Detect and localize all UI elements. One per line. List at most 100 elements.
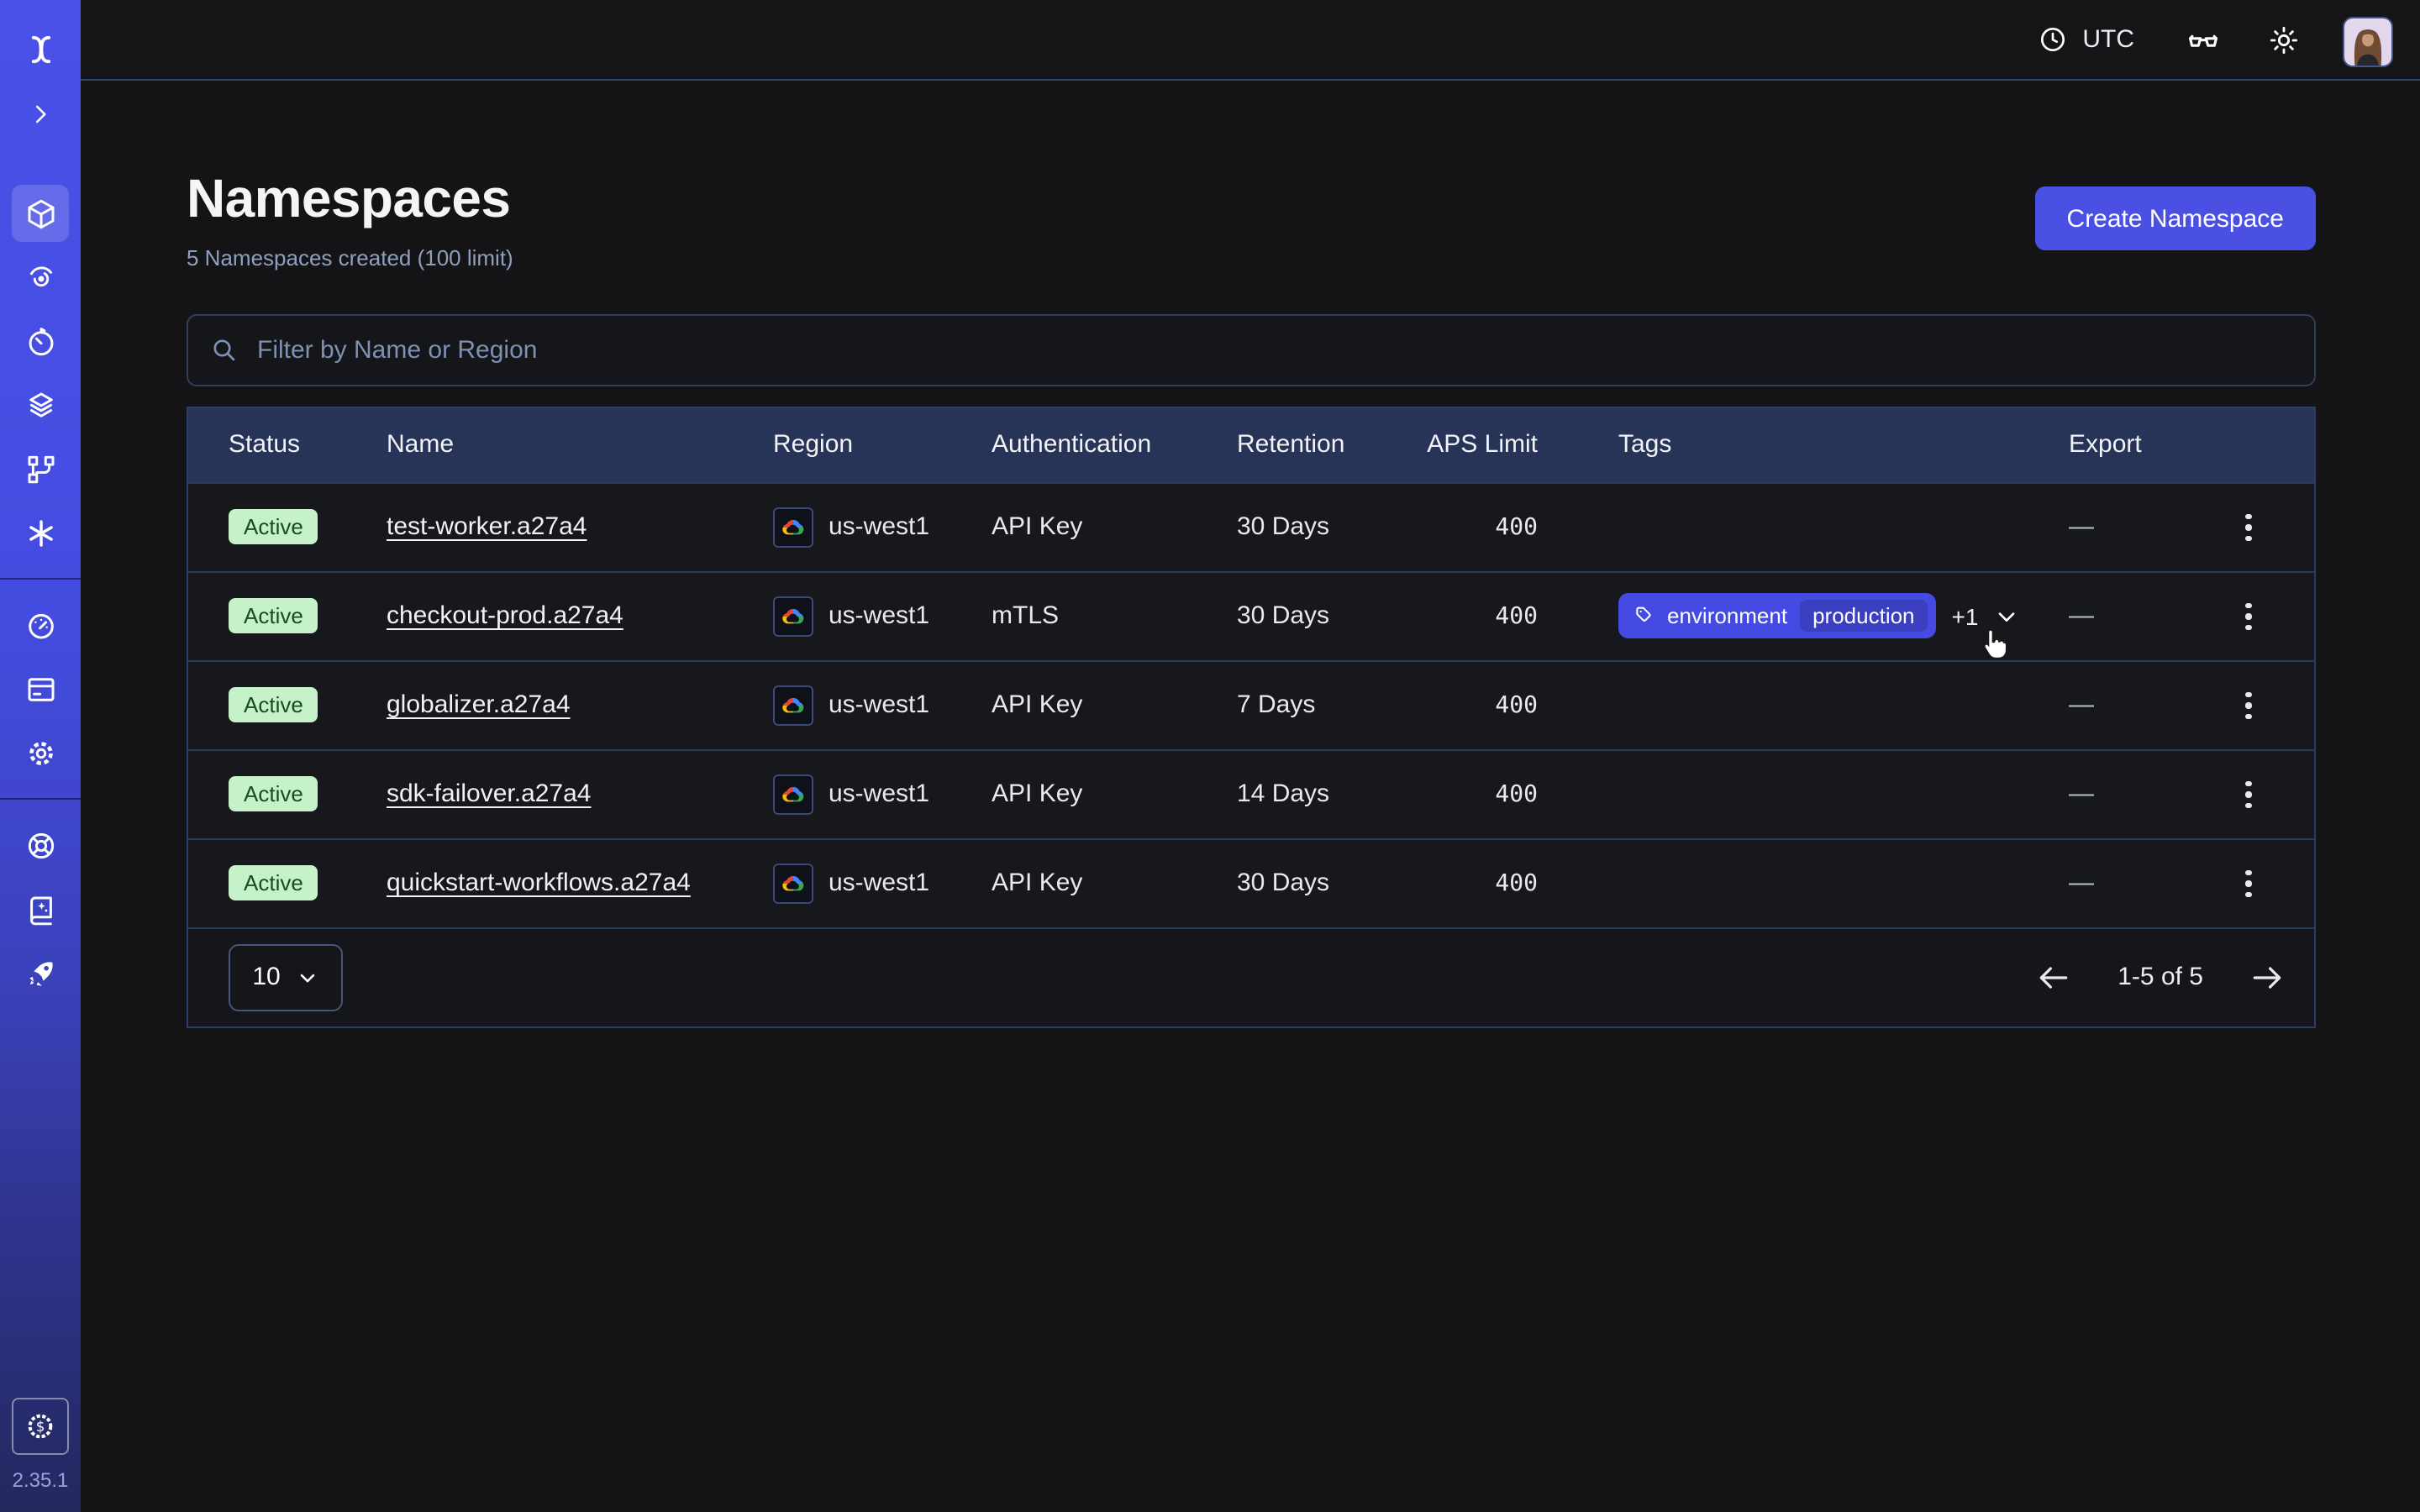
- labs-toggle-button[interactable]: [2181, 18, 2225, 61]
- tag-chip[interactable]: environment production: [1618, 594, 1937, 639]
- region-label: us-west1: [829, 513, 929, 542]
- sidebar-item-support[interactable]: [12, 816, 69, 874]
- sidebar-item-task-queues[interactable]: [12, 376, 69, 433]
- chevron-down-icon: [296, 966, 319, 990]
- book-sparkles-icon: [23, 891, 58, 927]
- topbar: UTC: [81, 0, 2420, 81]
- status-badge: Active: [229, 599, 318, 634]
- row-menu-button[interactable]: [2239, 507, 2259, 548]
- col-header-name: Name: [387, 431, 773, 459]
- timer-icon: [23, 323, 58, 359]
- sidebar-item-usage[interactable]: [12, 596, 69, 654]
- row-menu-button[interactable]: [2239, 685, 2259, 726]
- theme-toggle-button[interactable]: [2262, 18, 2306, 61]
- tags-cell: environment production +1: [1538, 594, 2069, 639]
- namespaces-table: Status Name Region Authentication Retent…: [187, 407, 2316, 1028]
- export-value: —: [2069, 513, 2210, 542]
- sidebar-item-settings[interactable]: [12, 724, 69, 781]
- cube-icon: [23, 196, 58, 231]
- page-size-value: 10: [252, 963, 280, 992]
- table-row: Active globalizer.a27a4 us-west1 API Key…: [188, 660, 2314, 749]
- browser-card-icon: [23, 671, 58, 706]
- temporal-logo-icon[interactable]: [12, 20, 69, 77]
- status-badge: Active: [229, 688, 318, 723]
- row-menu-button[interactable]: [2239, 863, 2259, 904]
- search-icon: [208, 335, 239, 365]
- avatar-image: [2343, 16, 2393, 66]
- namespace-link[interactable]: checkout-prod.a27a4: [387, 602, 623, 631]
- retention-value: 30 Days: [1237, 602, 1425, 631]
- sidebar-item-docs[interactable]: [12, 880, 69, 937]
- region-label: us-west1: [829, 780, 929, 809]
- auth-value: API Key: [992, 869, 1237, 898]
- sidebar-item-nexus[interactable]: [12, 504, 69, 561]
- tag-value: production: [1799, 601, 1928, 633]
- next-page-button[interactable]: [2247, 958, 2287, 998]
- content: Namespaces 5 Namespaces created (100 lim…: [81, 168, 2420, 1028]
- page-range-label: 1-5 of 5: [2118, 963, 2203, 992]
- namespace-link[interactable]: test-worker.a27a4: [387, 513, 587, 542]
- page-subtitle: 5 Namespaces created (100 limit): [187, 245, 513, 270]
- sidebar-item-billing[interactable]: [12, 660, 69, 717]
- tags-expand-chevron-icon[interactable]: [1993, 603, 2020, 630]
- col-header-tags: Tags: [1538, 431, 2069, 459]
- export-value: —: [2069, 602, 2210, 631]
- sidebar-expand-button[interactable]: [12, 86, 69, 143]
- region-label: us-west1: [829, 602, 929, 631]
- svg-text:$: $: [36, 1419, 45, 1435]
- gauge-icon: [23, 607, 58, 643]
- gcp-cloud-icon: [773, 864, 813, 904]
- aps-value: 400: [1495, 781, 1538, 808]
- sidebar-item-namespaces[interactable]: [12, 185, 69, 242]
- retention-value: 30 Days: [1237, 513, 1425, 542]
- aps-value: 400: [1495, 603, 1538, 630]
- gcp-cloud-icon: [773, 774, 813, 815]
- asterisk-icon: [23, 515, 58, 550]
- col-header-status: Status: [229, 431, 387, 459]
- previous-page-button[interactable]: [2033, 958, 2074, 998]
- timezone-selector[interactable]: UTC: [2037, 24, 2134, 55]
- namespace-link[interactable]: globalizer.a27a4: [387, 691, 571, 720]
- table-row: Active test-worker.a27a4 us-west1 API Ke…: [188, 482, 2314, 571]
- tag-icon: [1634, 606, 1655, 627]
- app-window: $ 2.35.1 UTC: [0, 0, 2420, 1512]
- col-header-retention: Retention: [1237, 431, 1425, 459]
- sidebar-item-schedules[interactable]: [12, 312, 69, 370]
- namespace-link[interactable]: sdk-failover.a27a4: [387, 780, 592, 809]
- branch-icon: [23, 451, 58, 486]
- auth-value: mTLS: [992, 602, 1237, 631]
- create-namespace-button[interactable]: Create Namespace: [2035, 187, 2316, 251]
- status-badge: Active: [229, 510, 318, 545]
- timezone-label: UTC: [2082, 25, 2134, 54]
- clock-icon: [2037, 24, 2069, 55]
- sun-icon: [2267, 23, 2301, 56]
- table-header-row: Status Name Region Authentication Retent…: [188, 408, 2314, 482]
- page-size-select[interactable]: 10: [229, 944, 343, 1011]
- page-title: Namespaces: [187, 168, 513, 230]
- auth-value: API Key: [992, 691, 1237, 720]
- row-menu-button[interactable]: [2239, 596, 2259, 637]
- row-menu-button[interactable]: [2239, 774, 2259, 815]
- layers-icon: [23, 387, 58, 423]
- namespace-link[interactable]: quickstart-workflows.a27a4: [387, 869, 691, 898]
- filter-input[interactable]: [254, 334, 2294, 366]
- sidebar-divider: [0, 578, 81, 580]
- gcp-cloud-icon: [773, 685, 813, 726]
- auth-value: API Key: [992, 513, 1237, 542]
- aps-value: 400: [1495, 514, 1538, 541]
- region-label: us-west1: [829, 869, 929, 898]
- retention-value: 7 Days: [1237, 691, 1425, 720]
- sidebar-item-getting-started[interactable]: [12, 944, 69, 1001]
- sidebar-item-workflows[interactable]: [12, 249, 69, 306]
- user-avatar[interactable]: [2343, 16, 2390, 63]
- col-header-region: Region: [773, 431, 992, 459]
- arrow-left-icon: [2035, 959, 2072, 996]
- main-area: UTC: [81, 0, 2420, 1512]
- credits-button[interactable]: $: [12, 1398, 69, 1455]
- app-version: 2.35.1: [13, 1468, 69, 1492]
- dollar-badge-icon: $: [24, 1410, 57, 1443]
- export-value: —: [2069, 869, 2210, 898]
- sidebar-item-deployments[interactable]: [12, 440, 69, 497]
- filter-bar: [187, 314, 2316, 386]
- pagination-bar: 10 1-5 of 5: [188, 927, 2314, 1026]
